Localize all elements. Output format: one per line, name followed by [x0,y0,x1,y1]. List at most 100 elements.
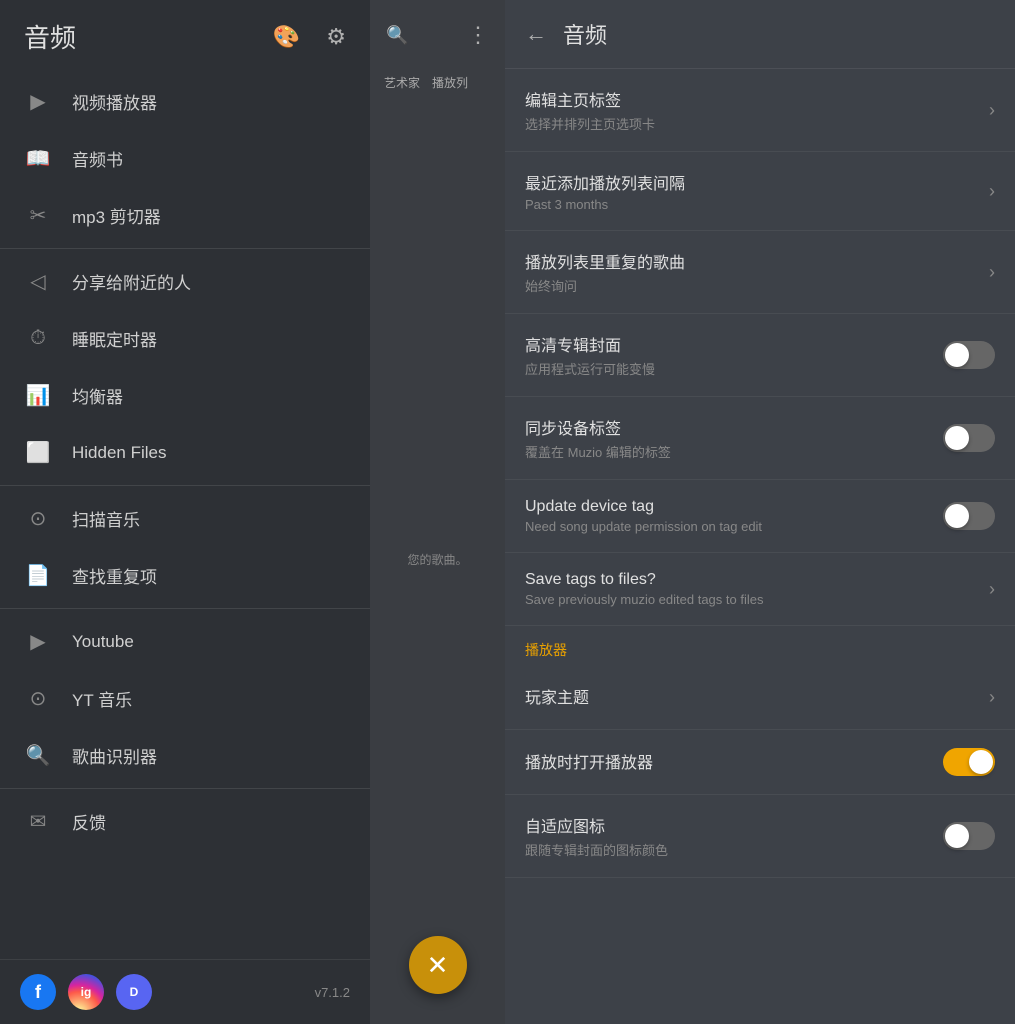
sidebar-title: 音频 [24,18,76,55]
share-nearby-icon: ◁ [24,269,52,294]
youtube-icon: ▶ [24,629,52,654]
adaptive-icon-toggle[interactable] [943,822,995,850]
sidebar-item-song-recognizer[interactable]: 🔍 歌曲识别器 [0,727,370,784]
save-tags-to-files-subtitle: Save previously muzio edited tags to fil… [525,592,989,607]
settings-item-open-player-on-play[interactable]: 播放时打开播放器 [505,730,1015,795]
version-label: v7.1.2 [315,985,350,1000]
equalizer-label: 均衡器 [72,383,123,408]
sidebar-item-audiobook[interactable]: 📖 音频书 [0,130,370,187]
feedback-icon: ✉ [24,809,52,834]
sleep-timer-icon: ⏱ [24,327,52,350]
palette-icon[interactable]: 🎨 [269,20,304,54]
video-player-label: 视频播放器 [72,89,157,114]
hidden-files-icon: ⬜ [24,440,52,465]
middle-tabs: 艺术家 播放列 [370,70,505,95]
adaptive-icon-title: 自适应图标 [525,813,943,837]
sidebar-item-video-player[interactable]: ▶ 视频播放器 [0,73,370,130]
scan-music-icon: ⊙ [24,506,52,531]
hd-album-art-toggle-knob [945,343,969,367]
hd-album-art-title: 高清专辑封面 [525,332,943,356]
playlist-duplicates-chevron-icon: › [989,262,995,283]
sleep-timer-label: 睡眠定时器 [72,326,157,351]
find-duplicates-icon: 📄 [24,563,52,588]
equalizer-icon: 📊 [24,383,52,408]
sync-device-tags-toggle[interactable] [943,424,995,452]
middle-content: 您的歌曲。 [370,95,505,1024]
save-tags-to-files-title: Save tags to files? [525,571,989,589]
divider [0,608,370,609]
tab-playlist[interactable]: 播放列 [426,70,474,95]
tab-artist[interactable]: 艺术家 [378,70,426,95]
playlist-duplicates-title: 播放列表里重复的歌曲 [525,249,989,273]
yt-music-icon: ⊙ [24,686,52,711]
settings-list: 编辑主页标签选择并排列主页选项卡›最近添加播放列表间隔Past 3 months… [505,69,1015,1024]
fab-button[interactable]: ✕ [409,936,467,994]
divider [0,485,370,486]
sync-device-tags-title: 同步设备标签 [525,415,943,439]
sidebar-menu: ▶ 视频播放器 📖 音频书 ✂ mp3 剪切器 ◁ 分享给附近的人 ⏱ 睡眠定时… [0,73,370,959]
player-theme-chevron-icon: › [989,687,995,708]
facebook-icon[interactable]: f [20,974,56,1010]
update-device-tag-title: Update device tag [525,498,943,516]
share-nearby-label: 分享给附近的人 [72,269,191,294]
settings-item-playlist-duplicates[interactable]: 播放列表里重复的歌曲始终询问› [505,231,1015,314]
settings-item-hd-album-art[interactable]: 高清专辑封面应用程式运行可能变慢 [505,314,1015,397]
discord-icon[interactable]: D [116,974,152,1010]
update-device-tag-toggle[interactable] [943,502,995,530]
save-tags-to-files-chevron-icon: › [989,579,995,600]
sidebar-item-yt-music[interactable]: ⊙ YT 音乐 [0,670,370,727]
settings-title: 音频 [563,18,607,50]
middle-header: 🔍 ⋮ [370,0,505,70]
hd-album-art-subtitle: 应用程式运行可能变慢 [525,359,943,378]
middle-empty-text: 您的歌曲。 [407,551,467,568]
sidebar: 音频 🎨 ⚙ ▶ 视频播放器 📖 音频书 ✂ mp3 剪切器 ◁ 分享给附近的人… [0,0,370,1024]
social-icons: f ig D [20,974,152,1010]
settings-item-save-tags-to-files[interactable]: Save tags to files? Save previously muzio… [505,553,1015,626]
sidebar-header: 音频 🎨 ⚙ [0,0,370,73]
section-player-label: 播放器 [505,626,1015,666]
middle-panel: 🔍 ⋮ 艺术家 播放列 您的歌曲。 ✕ [370,0,505,1024]
hidden-files-label: Hidden Files [72,443,167,463]
settings-icon[interactable]: ⚙ [322,20,350,54]
sidebar-item-share-nearby[interactable]: ◁ 分享给附近的人 [0,253,370,310]
sidebar-item-find-duplicates[interactable]: 📄 查找重复项 [0,547,370,604]
sync-device-tags-toggle-knob [945,426,969,450]
adaptive-icon-subtitle: 跟随专辑封面的图标颜色 [525,840,943,859]
scan-music-label: 扫描音乐 [72,506,140,531]
hd-album-art-toggle[interactable] [943,341,995,369]
instagram-icon[interactable]: ig [68,974,104,1010]
find-duplicates-label: 查找重复项 [72,563,157,588]
settings-item-player-theme[interactable]: 玩家主题› [505,666,1015,730]
sync-device-tags-subtitle: 覆盖在 Muzio 编辑的标签 [525,442,943,461]
open-player-on-play-toggle[interactable] [943,748,995,776]
sidebar-item-scan-music[interactable]: ⊙ 扫描音乐 [0,490,370,547]
sidebar-item-youtube[interactable]: ▶ Youtube [0,613,370,670]
settings-item-edit-home-tabs[interactable]: 编辑主页标签选择并排列主页选项卡› [505,69,1015,152]
settings-item-sync-device-tags[interactable]: 同步设备标签覆盖在 Muzio 编辑的标签 [505,397,1015,480]
divider [0,248,370,249]
sidebar-footer: f ig D v7.1.2 [0,959,370,1024]
recently-added-interval-subtitle: Past 3 months [525,197,989,212]
sidebar-item-mp3-cutter[interactable]: ✂ mp3 剪切器 [0,187,370,244]
youtube-label: Youtube [72,632,134,652]
adaptive-icon-toggle-knob [945,824,969,848]
back-button[interactable]: ← [525,21,547,47]
mp3-cutter-label: mp3 剪切器 [72,203,161,228]
settings-item-update-device-tag[interactable]: Update device tag Need song update permis… [505,480,1015,553]
middle-search-icon[interactable]: 🔍 [382,21,412,50]
update-device-tag-subtitle: Need song update permission on tag edit [525,519,943,534]
playlist-duplicates-subtitle: 始终询问 [525,276,989,295]
song-recognizer-label: 歌曲识别器 [72,743,157,768]
settings-item-adaptive-icon[interactable]: 自适应图标跟随专辑封面的图标颜色 [505,795,1015,878]
edit-home-tabs-subtitle: 选择并排列主页选项卡 [525,114,989,133]
sidebar-item-sleep-timer[interactable]: ⏱ 睡眠定时器 [0,310,370,367]
sidebar-item-equalizer[interactable]: 📊 均衡器 [0,367,370,424]
sidebar-item-feedback[interactable]: ✉ 反馈 [0,793,370,850]
mp3-cutter-icon: ✂ [24,203,52,228]
settings-header: ← 音频 [505,0,1015,69]
recently-added-interval-chevron-icon: › [989,181,995,202]
video-player-icon: ▶ [24,89,52,114]
middle-more-icon[interactable]: ⋮ [463,18,493,52]
sidebar-item-hidden-files[interactable]: ⬜ Hidden Files [0,424,370,481]
settings-item-recently-added-interval[interactable]: 最近添加播放列表间隔Past 3 months› [505,152,1015,231]
